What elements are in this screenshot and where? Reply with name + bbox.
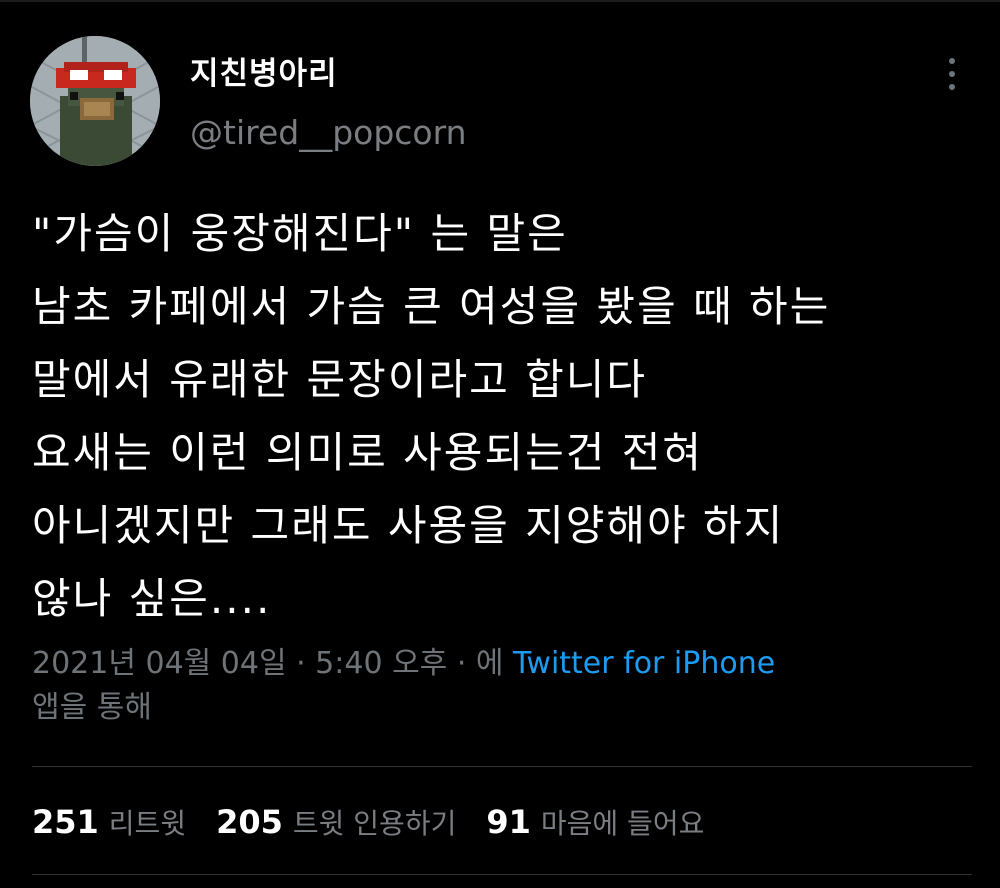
quotes-label: 트윗 인용하기: [292, 807, 457, 840]
avatar-image: [30, 36, 160, 166]
tweet-stats: 251 리트윗 205 트윗 인용하기 91 마음에 들어요: [32, 800, 734, 844]
display-name[interactable]: 지친병아리: [190, 48, 338, 93]
likes-label: 마음에 들어요: [540, 807, 705, 840]
user-handle[interactable]: @tired__popcorn: [190, 113, 467, 152]
more-horizontal-icon: [949, 58, 955, 64]
tweet-text-line: 남초 카페에서 가슴 큰 여성을 봤을 때 하는: [32, 282, 831, 331]
tweet-text-line: 요새는 이런 의미로 사용되는건 전혀: [32, 428, 704, 477]
quotes-stat[interactable]: 205 트윗 인용하기: [216, 802, 456, 842]
timestamp-line: 2021년 04월 04일 · 5:40 오후 · 에 Twitter for …: [32, 642, 972, 686]
likes-count: 91: [486, 803, 531, 841]
more-options-button[interactable]: [935, 52, 969, 96]
tweet-text-line: 아니겠지만 그래도 사용을 지양해야 하지: [32, 501, 785, 550]
tweet-text-line: "가슴이 웅장해진다" 는 말은: [32, 209, 568, 258]
tweet-text-line: 말에서 유래한 문장이라고 합니다: [32, 355, 648, 404]
quotes-count: 205: [216, 803, 283, 841]
retweets-stat[interactable]: 251 리트윗: [32, 802, 186, 842]
timestamp[interactable]: 2021년 04월 04일 · 5:40 오후 · 에: [32, 646, 504, 681]
retweets-count: 251: [32, 803, 99, 841]
tweet-meta: 2021년 04월 04일 · 5:40 오후 · 에 Twitter for …: [32, 642, 972, 730]
source-link[interactable]: Twitter for iPhone: [513, 646, 775, 681]
avatar[interactable]: [30, 36, 160, 166]
retweets-label: 리트윗: [108, 807, 187, 840]
stats-bottom-divider: [32, 874, 972, 875]
stats-top-divider: [32, 766, 972, 767]
source-suffix: 앱을 통해: [32, 690, 152, 725]
tweet-text-line: 않나 싶은....: [32, 574, 272, 623]
tweet-text: "가슴이 웅장해진다" 는 말은 남초 카페에서 가슴 큰 여성을 봤을 때 하…: [32, 197, 972, 635]
tweet: 지친병아리 @tired__popcorn "가슴이 웅장해진다" 는 말은 남…: [0, 0, 1000, 888]
likes-stat[interactable]: 91 마음에 들어요: [486, 802, 704, 842]
